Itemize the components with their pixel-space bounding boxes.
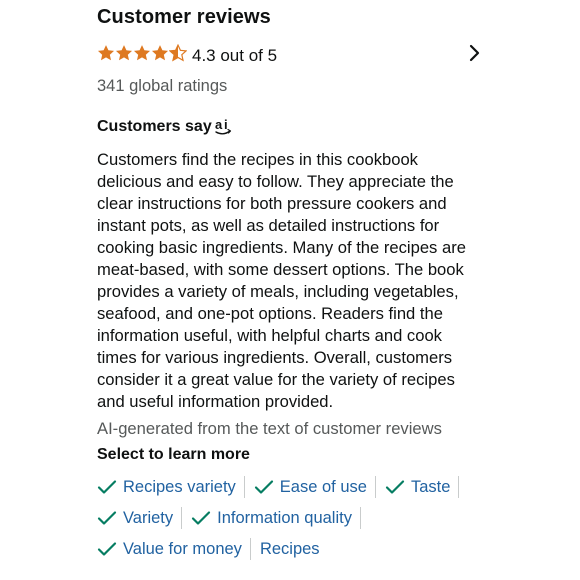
checkmark-icon: [97, 480, 117, 494]
checkmark-icon: [385, 480, 405, 494]
summary-line: delicious and easy to follow. They appre…: [97, 172, 454, 191]
divider: [249, 538, 251, 560]
rating-text: 4.3 out of 5: [192, 46, 278, 65]
divider: [181, 507, 183, 529]
svg-text:i: i: [224, 117, 228, 132]
aspect-chip-ease-of-use[interactable]: Ease of use: [254, 478, 375, 497]
star-full-icon: [151, 45, 169, 61]
rating-summary-row[interactable]: 4.3 out of 5: [97, 44, 487, 70]
aspect-chip-label: Variety: [123, 508, 174, 527]
star-half-icon: [169, 44, 187, 62]
review-summary: Customers find the recipes in this cookb…: [97, 149, 487, 413]
star-full-icon: [133, 45, 151, 61]
summary-line: meat-based, with some dessert options. T…: [97, 260, 464, 279]
divider: [243, 476, 245, 498]
divider: [458, 476, 460, 498]
summary-line: times for various ingredients. Overall, …: [97, 348, 453, 367]
summary-line: instant pots, as well as detailed instru…: [97, 216, 440, 235]
aspect-chip-recipes-variety[interactable]: Recipes variety: [97, 478, 244, 497]
ai-generated-note: AI-generated from the text of customer r…: [97, 419, 442, 438]
summary-line: and useful information provided.: [97, 392, 334, 411]
aspect-chip-information-quality[interactable]: Information quality: [191, 509, 360, 528]
customers-say-heading: Customers say: [97, 118, 212, 135]
divider: [374, 476, 376, 498]
aspect-chip-label: Information quality: [217, 508, 352, 527]
star-rating: [97, 44, 187, 62]
aspect-chip-label: Value for money: [123, 539, 242, 558]
aspect-chip-label: Taste: [410, 477, 451, 496]
summary-line: cooking basic ingredients. Many of the r…: [97, 238, 466, 257]
summary-line: seafood, and one-pot options. Readers fi…: [97, 304, 443, 323]
summary-line: information useful, with helpful charts …: [97, 326, 442, 345]
aspect-chip-variety[interactable]: Variety: [97, 509, 181, 528]
aspect-chip-label: Recipes variety: [123, 477, 236, 496]
aspect-chip-value-for-money[interactable]: Value for money: [97, 540, 250, 559]
aspect-chip-row: Recipes variety Ease of use Taste: [97, 475, 468, 499]
svg-text:a: a: [215, 117, 223, 132]
checkmark-icon: [254, 480, 273, 494]
checkmark-icon: [97, 542, 117, 556]
global-ratings-count: 341 global ratings: [97, 77, 228, 95]
star-full-icon: [115, 45, 133, 61]
ai-icon: a i: [215, 117, 232, 135]
checkmark-icon: [192, 511, 211, 525]
summary-line: consider it a great value for the variet…: [97, 370, 455, 389]
select-to-learn-more-heading: Select to learn more: [97, 446, 250, 463]
aspect-chip-taste[interactable]: Taste: [385, 478, 458, 497]
star-full-icon: [97, 45, 115, 61]
aspect-chip-recipes[interactable]: Recipes: [260, 540, 328, 559]
section-title: Customer reviews: [97, 6, 271, 28]
aspect-chip-row: Variety Information quality: [97, 506, 370, 530]
divider: [359, 507, 361, 529]
summary-line: clear instructions for both pressure coo…: [97, 194, 447, 213]
checkmark-icon: [97, 511, 117, 525]
summary-line: Customers find the recipes in this cookb…: [97, 150, 418, 169]
summary-line: provides a variety of meals, including v…: [97, 282, 459, 301]
aspect-chip-label: Recipes: [259, 539, 320, 558]
aspect-chip-row: Value for money Recipes: [97, 537, 328, 561]
chevron-right-icon[interactable]: [468, 44, 482, 62]
aspect-chip-label: Ease of use: [279, 477, 367, 496]
